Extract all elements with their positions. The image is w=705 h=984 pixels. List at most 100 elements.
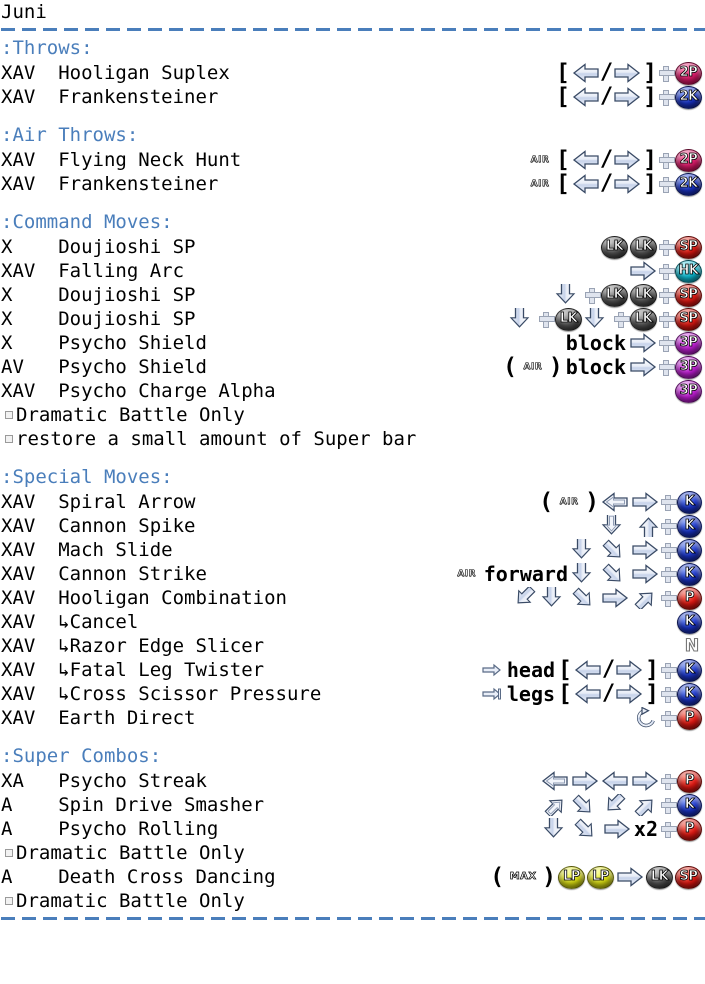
plus-icon [661,591,677,607]
move-row: X Doujioshi SP LK LK SP [0,283,705,307]
input-sequence: head[ / ] K [482,658,702,682]
input-sequence: 3P [675,379,702,403]
move-row: XAV Hooligan Combination P [0,586,705,610]
bracket-glyph: [ [558,657,572,683]
move-text: XAV Spiral Arrow [1,491,196,513]
plus-icon [661,519,677,535]
move-text: AV Psycho Shield [1,356,207,378]
button-icon-lk: LK [601,283,628,307]
button-icon-lk: LK [555,307,582,331]
note-text: Dramatic Battle Only [16,404,245,426]
input-sequence: [ / ] 2P [556,61,702,85]
move-text: XAV ↳Cancel [1,611,139,633]
air-tag: AIR [530,155,550,166]
paren-glyph: ) [585,489,599,515]
bracket-glyph: ] [643,147,657,173]
air-tag: AIR [523,362,543,373]
input-sequence: P [541,769,702,793]
literal-text: legs [506,682,556,706]
button-icon-2p: 2P [675,148,702,172]
move-row: XAV Falling Arc HK [0,259,705,283]
bracket-glyph: ] [645,681,659,707]
bracket-glyph: ] [643,60,657,86]
move-row: A Death Cross Dancing(MAX) LP LP LK SP [0,865,705,889]
plus-icon [661,663,677,679]
plus-icon [659,336,675,352]
arrow-up-icon [631,515,659,537]
arrow-right-icon [629,260,657,282]
button-icon-sp: SP [675,235,702,259]
bracket-glyph: ] [643,171,657,197]
button-icon-k: K [677,514,702,538]
literal-text: x2 [633,817,658,841]
arrow-chargeleft-icon [541,770,569,792]
section-header: :Air Throws: [1,124,139,146]
arrow-right-icon [615,659,643,681]
input-sequence: AIR forward K [453,562,702,586]
button-icon-p: P [677,706,702,730]
move-text: XAV Mach Slide [1,539,173,561]
button-icon-3p: 3P [675,379,702,403]
arrow-right-icon [631,539,659,561]
arrow-left-icon [572,173,600,195]
paren-glyph: ( [503,354,517,380]
move-row: XAV ↳Razor Edge Slicer N [0,634,705,658]
move-note: Dramatic Battle Only [0,841,705,865]
bracket-glyph: [ [556,171,570,197]
move-row: XAV ↳Fatal Leg Twister head[ / ] K [0,658,705,682]
literal-text: block [565,355,626,379]
button-icon-lp: LP [587,865,614,889]
note-text: Dramatic Battle Only [16,842,245,864]
arrow-right-icon [613,62,641,84]
move-row: XAV ↳Cross Scissor Pressure legs[ / ] K [0,682,705,706]
air-tag: AIR [530,179,550,190]
slash-glyph: / [599,147,614,172]
arrow-left-icon [572,149,600,171]
button-icon-lk: LK [630,307,657,331]
section-header: :Command Moves: [1,211,173,233]
move-row: A Spin Drive Smasher K [0,793,705,817]
button-icon-hk: HK [675,259,702,283]
move-text: XAV Flying Neck Hunt [1,149,242,171]
arrow-right-icon [603,818,631,840]
character-name: Juni [1,1,47,23]
neutral-tag: N [684,635,700,656]
arrow-right-icon [631,563,659,585]
literal-text: block [565,331,626,355]
input-sequence: LK LK SP [601,235,702,259]
arrow-right-icon [613,86,641,108]
paren-glyph: ) [548,354,563,380]
arrow-down-icon [555,284,583,306]
button-icon-k: K [677,658,702,682]
input-sequence: (AIR) K [539,490,702,514]
bracket-glyph: [ [556,147,570,173]
max-tag: MAX [509,871,537,883]
input-sequence: K [571,538,702,562]
arrow-left-icon [601,770,629,792]
button-icon-2p: 2P [675,61,702,85]
plus-icon [661,567,677,583]
button-icon-sp: SP [675,865,702,889]
arrow-down-icon [541,587,569,609]
plus-icon [659,360,675,376]
air-tag: AIR [457,569,477,580]
button-icon-2k: 2K [675,172,702,196]
input-sequence: (AIR) block 3P [503,355,702,379]
move-row: X Doujioshi SP LK LK SP [0,307,705,331]
input-sequence: K [601,514,702,538]
move-text: XAV Frankensteiner [1,173,219,195]
note-text: restore a small amount of Super bar [16,428,417,450]
plus-icon [659,153,675,169]
paren-glyph: ) [542,864,556,890]
move-text: XAV Cannon Spike [1,515,196,537]
plus-icon [661,774,677,790]
button-icon-sp: SP [675,283,702,307]
move-text: XAV Hooligan Combination [1,587,287,609]
note-bullet-icon [5,897,13,905]
move-text: X Doujioshi SP [1,236,196,258]
input-sequence: HK [629,259,702,283]
input-sequence: x2 P [543,817,702,841]
plus-icon [659,90,675,106]
arrow-downleft-icon [511,587,539,609]
